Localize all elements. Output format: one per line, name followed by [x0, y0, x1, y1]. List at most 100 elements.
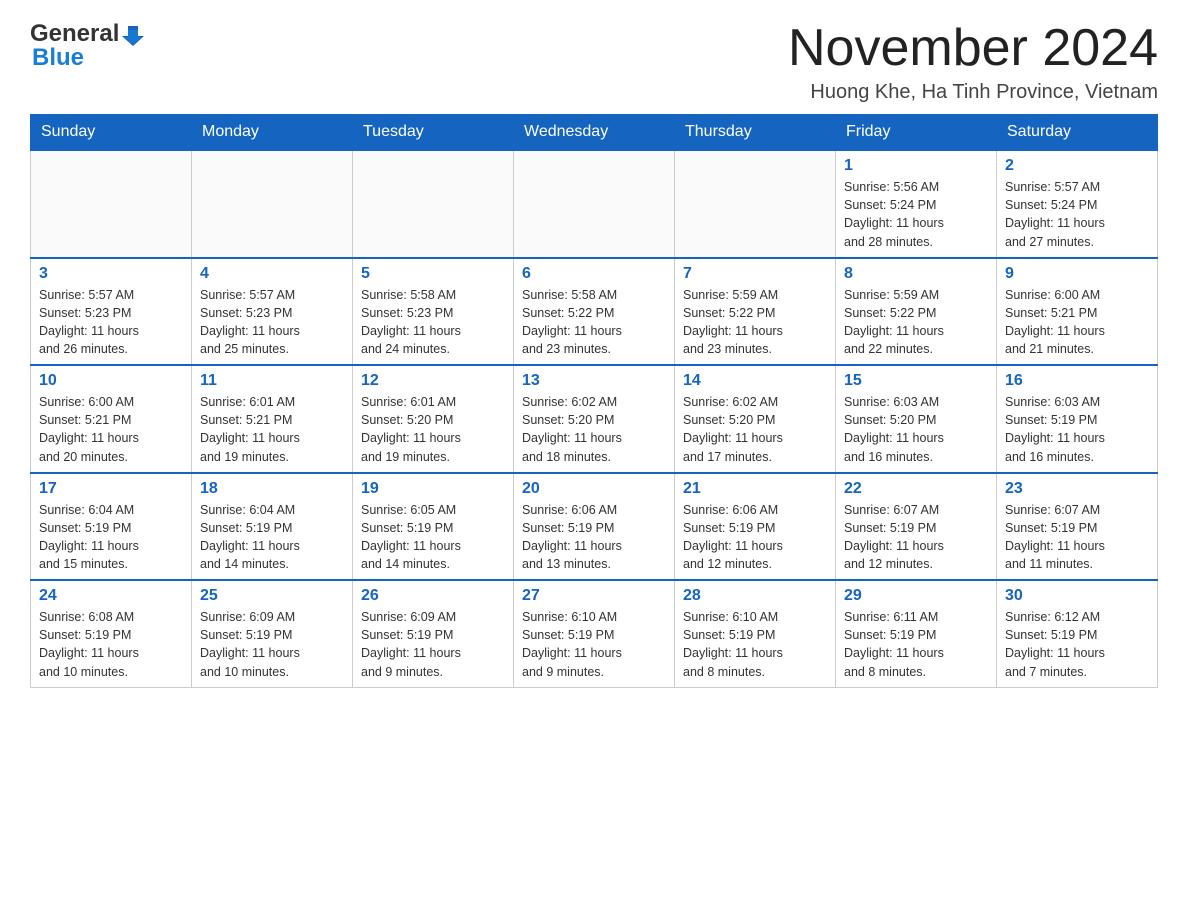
calendar: SundayMondayTuesdayWednesdayThursdayFrid… — [30, 114, 1158, 688]
calendar-cell: 12 Sunrise: 6:01 AMSunset: 5:20 PMDayligh… — [353, 365, 514, 473]
calendar-cell: 2 Sunrise: 5:57 AMSunset: 5:24 PMDaylight… — [997, 150, 1158, 258]
logo-blue-text: Blue — [32, 44, 84, 72]
day-info: Sunrise: 6:10 AMSunset: 5:19 PMDaylight:… — [522, 608, 666, 681]
day-number: 13 — [522, 372, 666, 390]
day-info: Sunrise: 6:06 AMSunset: 5:19 PMDaylight:… — [522, 501, 666, 574]
day-number: 5 — [361, 265, 505, 283]
day-info: Sunrise: 6:04 AMSunset: 5:19 PMDaylight:… — [39, 501, 183, 574]
day-number: 19 — [361, 480, 505, 498]
day-number: 4 — [200, 265, 344, 283]
day-number: 9 — [1005, 265, 1149, 283]
calendar-cell: 8 Sunrise: 5:59 AMSunset: 5:22 PMDaylight… — [836, 258, 997, 366]
day-info: Sunrise: 6:09 AMSunset: 5:19 PMDaylight:… — [361, 608, 505, 681]
weekday-header-wednesday: Wednesday — [514, 115, 675, 151]
calendar-cell: 6 Sunrise: 5:58 AMSunset: 5:22 PMDaylight… — [514, 258, 675, 366]
calendar-cell: 18Sunrise: 6:04 AMSunset: 5:19 PMDayligh… — [192, 473, 353, 581]
calendar-cell — [353, 150, 514, 258]
calendar-cell: 11Sunrise: 6:01 AMSunset: 5:21 PMDayligh… — [192, 365, 353, 473]
day-info: Sunrise: 6:03 AMSunset: 5:19 PMDaylight:… — [1005, 393, 1149, 466]
day-info: Sunrise: 5:57 AMSunset: 5:23 PMDaylight:… — [200, 286, 344, 359]
logo-arrows — [122, 24, 144, 46]
calendar-cell: 14 Sunrise: 6:02 AMSunset: 5:20 PMDayligh… — [675, 365, 836, 473]
day-number: 2 — [1005, 157, 1149, 175]
day-info: Sunrise: 5:56 AMSunset: 5:24 PMDaylight:… — [844, 178, 988, 251]
day-number: 15 — [844, 372, 988, 390]
day-number: 7 — [683, 265, 827, 283]
calendar-cell: 27 Sunrise: 6:10 AMSunset: 5:19 PMDayligh… — [514, 580, 675, 687]
day-number: 29 — [844, 587, 988, 605]
calendar-cell: 16 Sunrise: 6:03 AMSunset: 5:19 PMDayligh… — [997, 365, 1158, 473]
day-info: Sunrise: 5:58 AMSunset: 5:23 PMDaylight:… — [361, 286, 505, 359]
calendar-cell: 30 Sunrise: 6:12 AMSunset: 5:19 PMDayligh… — [997, 580, 1158, 687]
week-row-3: 10Sunrise: 6:00 AMSunset: 5:21 PMDayligh… — [31, 365, 1158, 473]
weekday-header-tuesday: Tuesday — [353, 115, 514, 151]
calendar-cell: 10Sunrise: 6:00 AMSunset: 5:21 PMDayligh… — [31, 365, 192, 473]
day-number: 17 — [39, 480, 183, 498]
calendar-cell: 9Sunrise: 6:00 AMSunset: 5:21 PMDaylight… — [997, 258, 1158, 366]
calendar-cell: 22Sunrise: 6:07 AMSunset: 5:19 PMDayligh… — [836, 473, 997, 581]
day-info: Sunrise: 6:11 AMSunset: 5:19 PMDaylight:… — [844, 608, 988, 681]
day-number: 20 — [522, 480, 666, 498]
day-number: 30 — [1005, 587, 1149, 605]
day-number: 22 — [844, 480, 988, 498]
calendar-cell: 3 Sunrise: 5:57 AMSunset: 5:23 PMDaylight… — [31, 258, 192, 366]
day-number: 3 — [39, 265, 183, 283]
day-info: Sunrise: 6:09 AMSunset: 5:19 PMDaylight:… — [200, 608, 344, 681]
day-number: 16 — [1005, 372, 1149, 390]
day-number: 26 — [361, 587, 505, 605]
day-number: 14 — [683, 372, 827, 390]
day-number: 21 — [683, 480, 827, 498]
calendar-cell: 25 Sunrise: 6:09 AMSunset: 5:19 PMDayligh… — [192, 580, 353, 687]
day-number: 6 — [522, 265, 666, 283]
day-number: 28 — [683, 587, 827, 605]
weekday-header-friday: Friday — [836, 115, 997, 151]
weekday-header-saturday: Saturday — [997, 115, 1158, 151]
calendar-cell: 17 Sunrise: 6:04 AMSunset: 5:19 PMDayligh… — [31, 473, 192, 581]
day-info: Sunrise: 5:59 AMSunset: 5:22 PMDaylight:… — [844, 286, 988, 359]
weekday-header-monday: Monday — [192, 115, 353, 151]
month-title: November 2024 — [788, 20, 1158, 77]
weekday-header-row: SundayMondayTuesdayWednesdayThursdayFrid… — [31, 115, 1158, 151]
day-number: 23 — [1005, 480, 1149, 498]
calendar-cell — [675, 150, 836, 258]
day-info: Sunrise: 6:10 AMSunset: 5:19 PMDaylight:… — [683, 608, 827, 681]
week-row-4: 17 Sunrise: 6:04 AMSunset: 5:19 PMDayligh… — [31, 473, 1158, 581]
day-number: 8 — [844, 265, 988, 283]
day-number: 25 — [200, 587, 344, 605]
calendar-cell: 24 Sunrise: 6:08 AMSunset: 5:19 PMDayligh… — [31, 580, 192, 687]
calendar-cell — [514, 150, 675, 258]
calendar-cell: 26 Sunrise: 6:09 AMSunset: 5:19 PMDayligh… — [353, 580, 514, 687]
weekday-header-sunday: Sunday — [31, 115, 192, 151]
day-number: 1 — [844, 157, 988, 175]
calendar-cell: 7Sunrise: 5:59 AMSunset: 5:22 PMDaylight… — [675, 258, 836, 366]
subtitle: Huong Khe, Ha Tinh Province, Vietnam — [788, 81, 1158, 104]
day-info: Sunrise: 5:57 AMSunset: 5:24 PMDaylight:… — [1005, 178, 1149, 251]
day-info: Sunrise: 6:02 AMSunset: 5:20 PMDaylight:… — [522, 393, 666, 466]
day-number: 27 — [522, 587, 666, 605]
week-row-5: 24 Sunrise: 6:08 AMSunset: 5:19 PMDayligh… — [31, 580, 1158, 687]
calendar-cell — [192, 150, 353, 258]
calendar-cell: 5 Sunrise: 5:58 AMSunset: 5:23 PMDaylight… — [353, 258, 514, 366]
day-info: Sunrise: 6:08 AMSunset: 5:19 PMDaylight:… — [39, 608, 183, 681]
calendar-cell: 15 Sunrise: 6:03 AMSunset: 5:20 PMDayligh… — [836, 365, 997, 473]
title-area: November 2024 Huong Khe, Ha Tinh Provinc… — [788, 20, 1158, 104]
calendar-cell: 23Sunrise: 6:07 AMSunset: 5:19 PMDayligh… — [997, 473, 1158, 581]
day-info: Sunrise: 6:01 AMSunset: 5:21 PMDaylight:… — [200, 393, 344, 466]
day-info: Sunrise: 6:04 AMSunset: 5:19 PMDaylight:… — [200, 501, 344, 574]
calendar-cell: 21 Sunrise: 6:06 AMSunset: 5:19 PMDayligh… — [675, 473, 836, 581]
day-info: Sunrise: 6:12 AMSunset: 5:19 PMDaylight:… — [1005, 608, 1149, 681]
day-info: Sunrise: 5:57 AMSunset: 5:23 PMDaylight:… — [39, 286, 183, 359]
day-info: Sunrise: 6:06 AMSunset: 5:19 PMDaylight:… — [683, 501, 827, 574]
day-info: Sunrise: 6:03 AMSunset: 5:20 PMDaylight:… — [844, 393, 988, 466]
day-info: Sunrise: 6:02 AMSunset: 5:20 PMDaylight:… — [683, 393, 827, 466]
logo: General Blue — [30, 20, 144, 72]
day-number: 12 — [361, 372, 505, 390]
calendar-cell — [31, 150, 192, 258]
weekday-header-thursday: Thursday — [675, 115, 836, 151]
week-row-2: 3 Sunrise: 5:57 AMSunset: 5:23 PMDaylight… — [31, 258, 1158, 366]
week-row-1: 1 Sunrise: 5:56 AMSunset: 5:24 PMDaylight… — [31, 150, 1158, 258]
day-info: Sunrise: 6:05 AMSunset: 5:19 PMDaylight:… — [361, 501, 505, 574]
day-info: Sunrise: 5:58 AMSunset: 5:22 PMDaylight:… — [522, 286, 666, 359]
day-info: Sunrise: 6:01 AMSunset: 5:20 PMDaylight:… — [361, 393, 505, 466]
day-number: 24 — [39, 587, 183, 605]
